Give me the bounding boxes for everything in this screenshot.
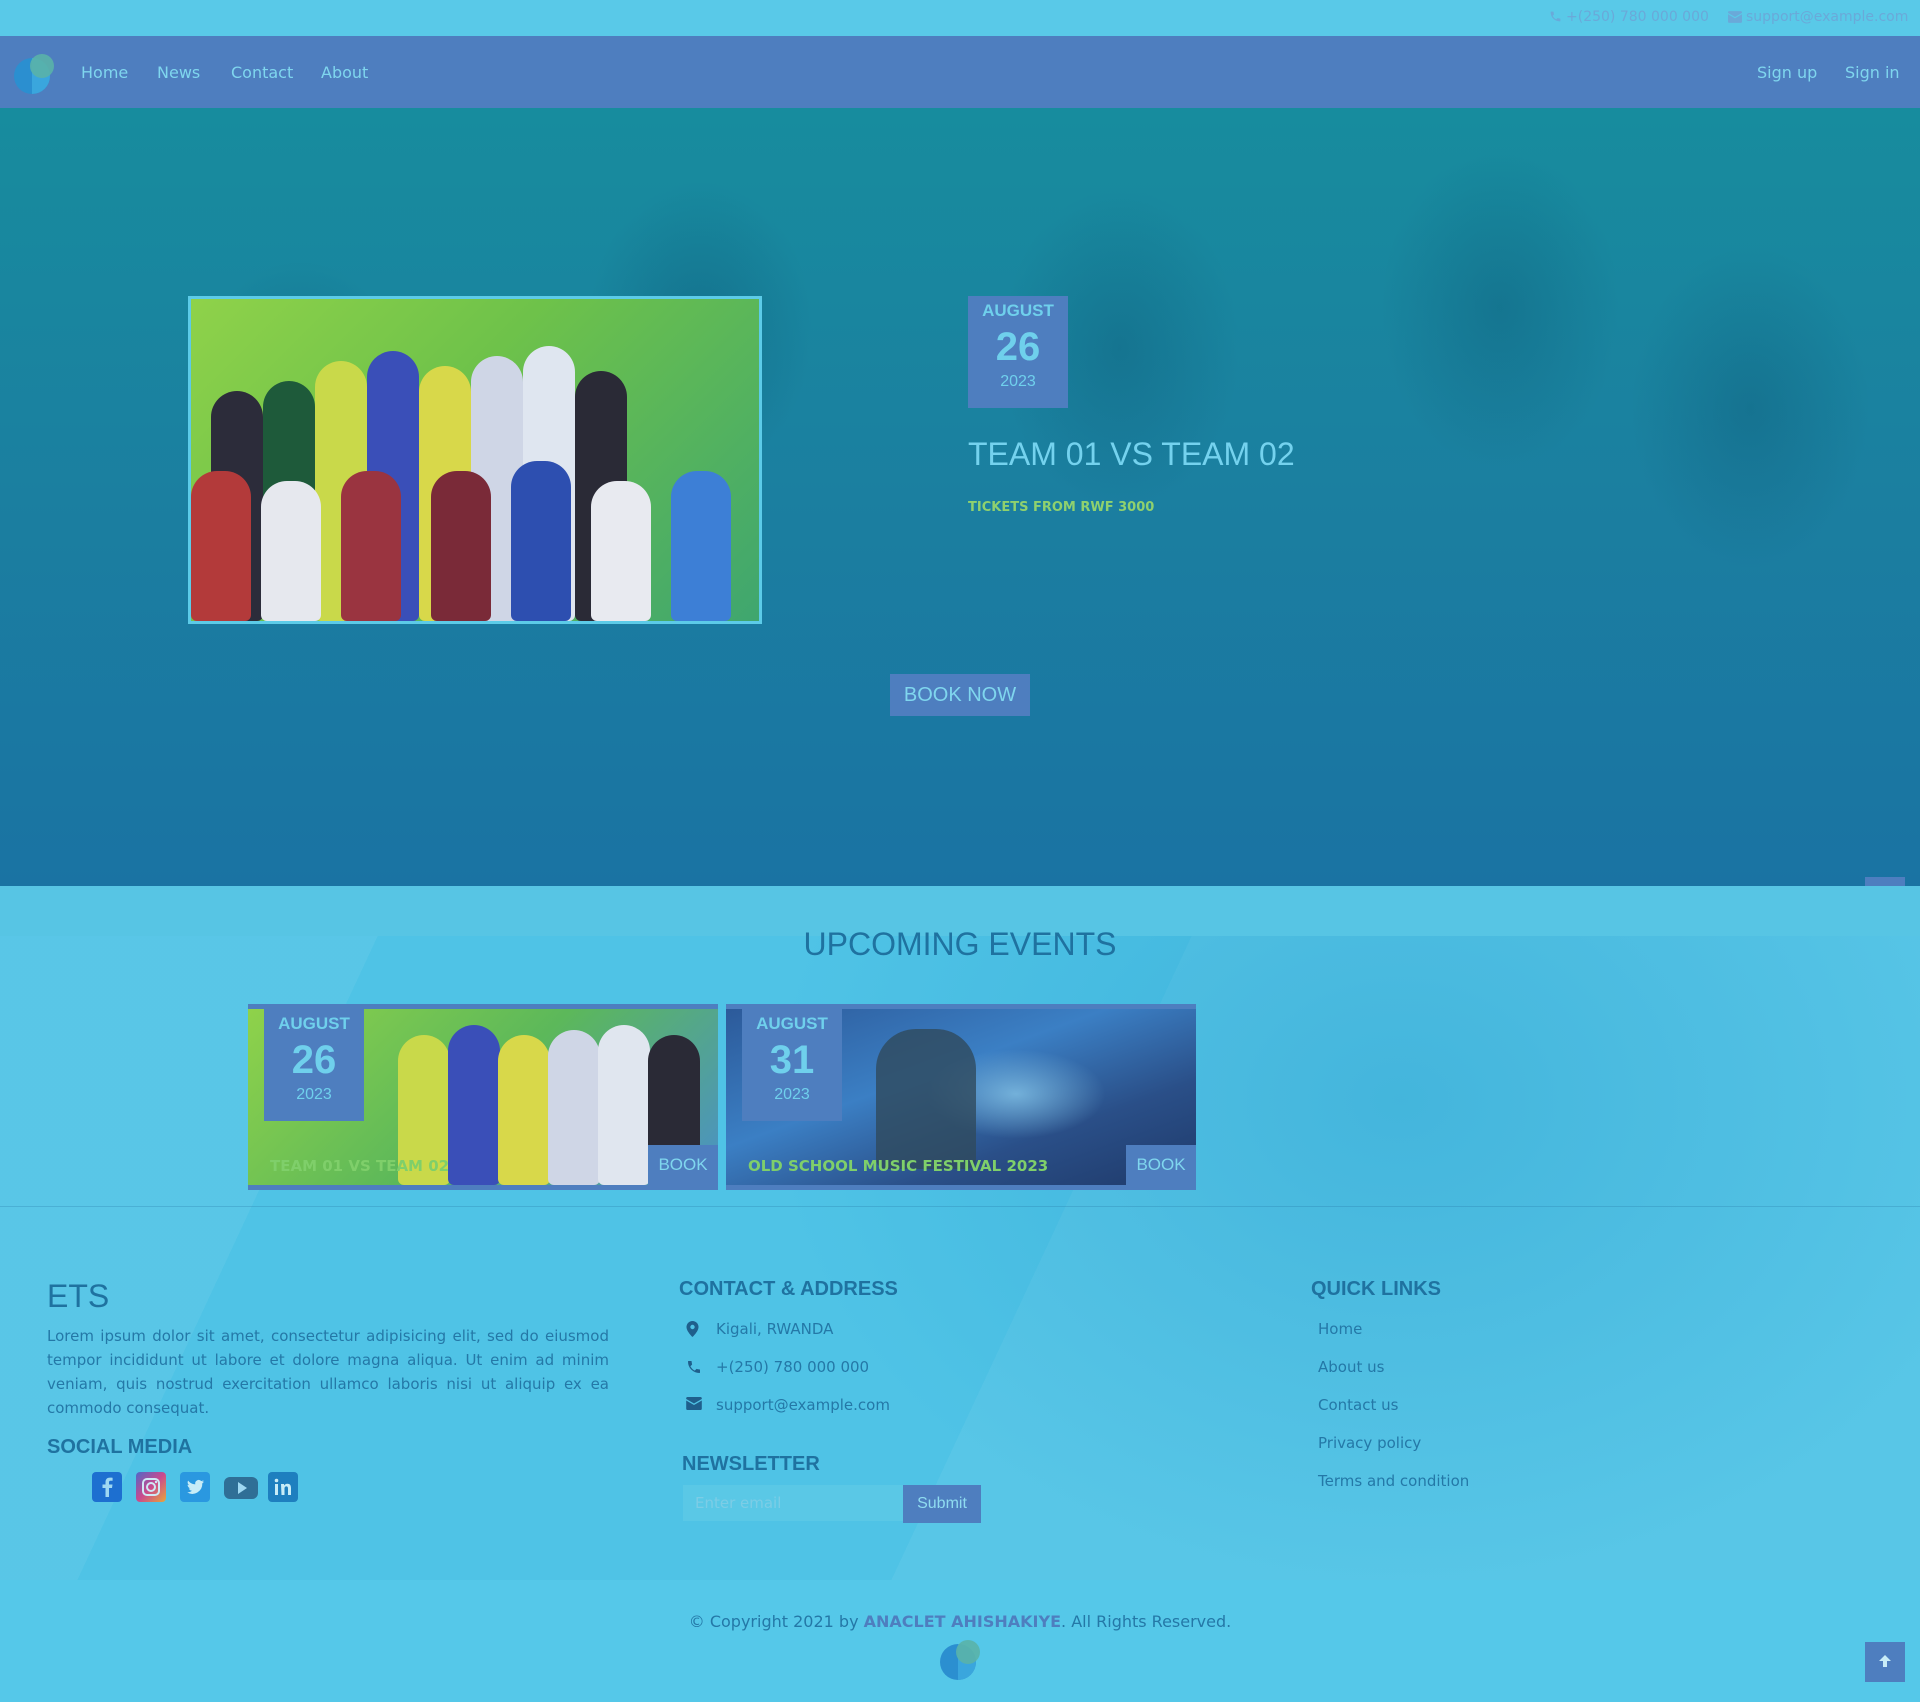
event-caption: OLD SCHOOL MUSIC FESTIVAL 2023 xyxy=(748,1157,1049,1175)
topbar-phone[interactable]: +(250) 780 000 000 xyxy=(1549,9,1709,25)
twitter-icon[interactable] xyxy=(180,1472,210,1502)
quick-link-about[interactable]: About us xyxy=(1318,1358,1384,1376)
contact-address-title: CONTACT & ADDRESS xyxy=(679,1278,898,1300)
newsletter-submit-button[interactable]: Submit xyxy=(903,1485,981,1523)
upcoming-events-title: UPCOMING EVENTS xyxy=(803,926,1117,962)
photo-figure xyxy=(511,461,571,621)
youtube-icon[interactable] xyxy=(224,1472,258,1502)
nav-link-news[interactable]: News xyxy=(157,63,200,82)
footer-about-text: Lorem ipsum dolor sit amet, consectetur … xyxy=(47,1327,609,1417)
scroll-top-button-bottom[interactable] xyxy=(1865,1642,1905,1682)
poster-figure xyxy=(876,1029,976,1169)
topbar-phone-text: +(250) 780 000 000 xyxy=(1566,9,1709,25)
hero-event-image xyxy=(188,296,762,624)
envelope-icon xyxy=(686,1397,702,1410)
arrow-up-icon xyxy=(1879,1655,1891,1667)
nav-link-home[interactable]: Home xyxy=(81,63,128,82)
footer-logo xyxy=(940,1640,980,1680)
photo-figure xyxy=(341,471,401,621)
photo-figure xyxy=(191,471,251,621)
quick-link-privacy[interactable]: Privacy policy xyxy=(1318,1434,1421,1452)
contact-phone-text: +(250) 780 000 000 xyxy=(716,1358,870,1376)
hero-date-month: AUGUST xyxy=(982,301,1054,320)
event-book-button[interactable]: BOOK xyxy=(1126,1145,1196,1185)
contact-address-text: Kigali, RWANDA xyxy=(716,1320,834,1338)
quick-link-contact[interactable]: Contact us xyxy=(1318,1396,1398,1414)
hero-event-title: TEAM 01 VS TEAM 02 xyxy=(968,436,1295,472)
quick-links-title: QUICK LINKS xyxy=(1311,1278,1441,1300)
hero-date-day: 26 xyxy=(995,325,1041,369)
photo-figure xyxy=(498,1035,550,1185)
signup-link[interactable]: Sign up xyxy=(1757,63,1817,82)
linkedin-glyph xyxy=(274,1478,291,1495)
event-date-badge: AUGUST 31 2023 xyxy=(742,1009,842,1121)
topbar-email-text: support@example.com xyxy=(1746,9,1909,25)
hero-ticket-price: TICKETS FROM RWF 3000 xyxy=(968,500,1155,515)
site-logo[interactable] xyxy=(10,48,58,96)
event-date-day: 31 xyxy=(769,1038,815,1082)
copyright-author-link[interactable]: ANACLET AHISHAKIYE xyxy=(864,1612,1061,1631)
photo-figure xyxy=(598,1025,650,1185)
photo-figure xyxy=(261,481,321,621)
copyright-prefix: © Copyright 2021 by xyxy=(688,1612,864,1631)
phone-icon xyxy=(688,1361,700,1373)
photo-figure xyxy=(548,1030,600,1185)
envelope-icon xyxy=(1728,11,1742,23)
event-date-year: 2023 xyxy=(774,1086,810,1103)
copyright-text: © Copyright 2021 by ANACLET AHISHAKIYE. … xyxy=(0,1612,1920,1631)
topbar-email[interactable]: support@example.com xyxy=(1728,9,1908,25)
instagram-glyph xyxy=(142,1478,160,1496)
hero-date-year: 2023 xyxy=(1000,373,1036,390)
main-navbar: Home News Contact About Sign up Sign in xyxy=(0,36,1920,108)
footer-brand: ETS xyxy=(47,1278,110,1314)
contact-email-text: support@example.com xyxy=(716,1396,890,1414)
signin-link[interactable]: Sign in xyxy=(1845,63,1900,82)
youtube-glyph xyxy=(224,1477,258,1499)
nav-link-about[interactable]: About xyxy=(321,63,368,82)
facebook-icon[interactable] xyxy=(92,1472,122,1502)
event-card[interactable]: AUGUST 26 2023 TEAM 01 VS TEAM 02 BOOK xyxy=(248,1004,718,1190)
map-marker-icon xyxy=(686,1321,699,1337)
photo-figure xyxy=(448,1025,500,1185)
nav-link-contact[interactable]: Contact xyxy=(231,63,293,82)
phone-icon xyxy=(1550,11,1561,22)
newsletter-title: NEWSLETTER xyxy=(682,1453,820,1475)
photo-figure xyxy=(591,481,651,621)
event-book-button[interactable]: BOOK xyxy=(648,1145,718,1185)
social-media-title: SOCIAL MEDIA xyxy=(47,1436,193,1458)
section-divider xyxy=(0,1206,1920,1207)
facebook-glyph xyxy=(102,1477,113,1497)
event-date-year: 2023 xyxy=(296,1086,332,1103)
hero-date-badge: AUGUST 26 2023 xyxy=(968,296,1068,408)
book-now-button[interactable]: BOOK NOW xyxy=(890,674,1030,716)
twitter-glyph xyxy=(187,1479,204,1494)
event-caption: TEAM 01 VS TEAM 02 xyxy=(270,1157,450,1175)
quick-link-terms[interactable]: Terms and condition xyxy=(1318,1472,1469,1490)
linkedin-icon[interactable] xyxy=(268,1472,298,1502)
copyright-suffix: . All Rights Reserved. xyxy=(1061,1612,1232,1631)
event-card[interactable]: AUGUST 31 2023 OLD SCHOOL MUSIC FESTIVAL… xyxy=(726,1004,1196,1190)
event-date-month: AUGUST xyxy=(278,1014,350,1033)
event-date-month: AUGUST xyxy=(756,1014,828,1033)
event-date-day: 26 xyxy=(291,1038,337,1082)
newsletter-email-input[interactable] xyxy=(683,1485,903,1521)
photo-figure xyxy=(431,471,491,621)
top-contact-bar: +(250) 780 000 000 support@example.com xyxy=(0,0,1920,36)
event-date-badge: AUGUST 26 2023 xyxy=(264,1009,364,1121)
instagram-icon[interactable] xyxy=(136,1472,166,1502)
photo-figure xyxy=(671,471,731,621)
quick-link-home[interactable]: Home xyxy=(1318,1320,1362,1338)
